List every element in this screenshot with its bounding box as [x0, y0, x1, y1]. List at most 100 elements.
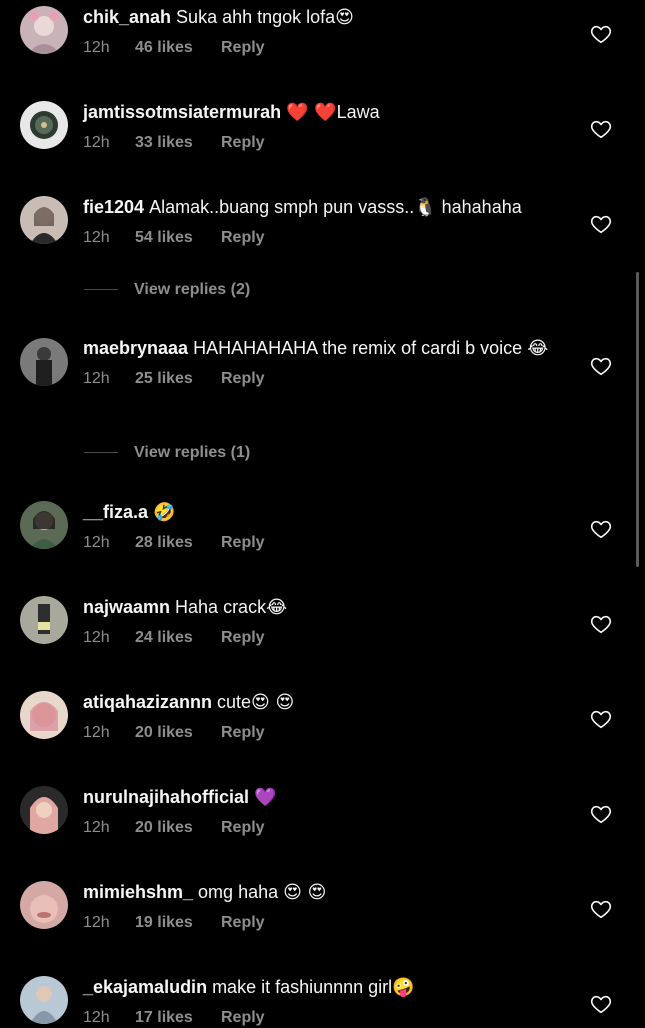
emoji: 😂	[527, 338, 549, 359]
comment-message: cute	[217, 692, 252, 712]
username[interactable]: jamtissotmsiatermurah	[83, 102, 281, 122]
emoji: 🐧	[414, 197, 437, 218]
avatar[interactable]	[20, 691, 68, 739]
heart-outline-icon[interactable]	[590, 355, 612, 377]
comment-text: maebrynaaa HAHAHAHAHA the remix of cardi …	[83, 337, 573, 360]
heart-outline-icon[interactable]	[590, 23, 612, 45]
username[interactable]: nurulnajihahofficial	[83, 787, 249, 807]
reply-button[interactable]: Reply	[221, 818, 265, 838]
view-replies-button[interactable]: View replies (1)	[84, 444, 250, 462]
avatar[interactable]	[20, 881, 68, 929]
comment-message: Haha crack	[175, 597, 267, 617]
avatar[interactable]	[20, 196, 68, 244]
username[interactable]: maebrynaaa	[83, 338, 188, 358]
avatar[interactable]	[20, 976, 68, 1024]
comment-message: omg haha	[198, 882, 279, 902]
username[interactable]: _ekajamaludin	[83, 977, 207, 997]
emoji: 💜	[254, 787, 277, 808]
comment-text: mimiehshm_ omg haha 😍 😍	[83, 881, 573, 904]
comment-body: mimiehshm_ omg haha 😍 😍 12h 19 likes Reply	[83, 881, 573, 933]
comment-meta: 12h 17 likes Reply	[83, 1008, 573, 1028]
reply-button[interactable]: Reply	[221, 723, 265, 743]
comment-text: nurulnajihahofficial 💜	[83, 786, 573, 809]
username[interactable]: fie1204	[83, 197, 144, 217]
divider	[84, 289, 118, 291]
scrollbar[interactable]	[636, 272, 639, 567]
comment-body: __fiza.a 🤣 12h 28 likes Reply	[83, 501, 573, 553]
reply-button[interactable]: Reply	[221, 913, 265, 933]
timestamp: 12h	[83, 914, 110, 931]
comment-message: Suka ahh tngok lofa	[176, 7, 336, 27]
avatar[interactable]	[20, 786, 68, 834]
likes-count[interactable]: 54 likes	[135, 228, 221, 248]
heart-outline-icon[interactable]	[590, 518, 612, 540]
likes-count[interactable]: 20 likes	[135, 818, 221, 838]
username[interactable]: __fiza.a	[83, 502, 148, 522]
timestamp: 12h	[83, 629, 110, 646]
emoji: 😍 😍	[251, 692, 295, 713]
likes-count[interactable]: 33 likes	[135, 133, 221, 153]
emoji: 😍	[335, 7, 354, 28]
comment-text: _ekajamaludin make it fashiunnnn girl🤪	[83, 976, 573, 999]
heart-outline-icon[interactable]	[590, 803, 612, 825]
timestamp: 12h	[83, 229, 110, 246]
heart-outline-icon[interactable]	[590, 118, 612, 140]
comment-meta: 12h 20 likes Reply	[83, 818, 573, 838]
reply-button[interactable]: Reply	[221, 38, 265, 58]
comment-meta: 12h 20 likes Reply	[83, 723, 573, 743]
username[interactable]: atiqahazizannn	[83, 692, 212, 712]
timestamp: 12h	[83, 39, 110, 56]
comment-body: chik_anah Suka ahh tngok lofa😍 12h 46 like…	[83, 6, 573, 58]
comment-message: make it fashiunnnn girl	[212, 977, 393, 997]
heart-outline-icon[interactable]	[590, 898, 612, 920]
username[interactable]: chik_anah	[83, 7, 171, 27]
heart-outline-icon[interactable]	[590, 213, 612, 235]
reply-button[interactable]: Reply	[221, 1008, 265, 1028]
likes-count[interactable]: 17 likes	[135, 1008, 221, 1028]
avatar[interactable]	[20, 501, 68, 549]
comment-text: jamtissotmsiatermurah ❤️ ❤️Lawa	[83, 101, 573, 124]
emoji: ❤️ ❤️	[286, 102, 337, 123]
comment-message: Alamak..buang smph pun vasss..	[149, 197, 415, 217]
reply-button[interactable]: Reply	[221, 628, 265, 648]
likes-count[interactable]: 24 likes	[135, 628, 221, 648]
likes-count[interactable]: 19 likes	[135, 913, 221, 933]
comment-meta: 12h 24 likes Reply	[83, 628, 573, 648]
likes-count[interactable]: 25 likes	[135, 369, 221, 389]
emoji: 🤪	[392, 977, 415, 998]
heart-outline-icon[interactable]	[590, 993, 612, 1015]
emoji: 🤣	[153, 502, 176, 523]
comment-meta: 12h 33 likes Reply	[83, 133, 573, 153]
comment-text: chik_anah Suka ahh tngok lofa😍	[83, 6, 573, 29]
view-replies-button[interactable]: View replies (2)	[84, 281, 250, 299]
comment-meta: 12h 46 likes Reply	[83, 38, 573, 58]
comment-text: najwaamn Haha crack😂	[83, 596, 573, 619]
comment-body: nurulnajihahofficial 💜 12h 20 likes Reply	[83, 786, 573, 838]
reply-button[interactable]: Reply	[221, 133, 265, 153]
avatar[interactable]	[20, 6, 68, 54]
avatar[interactable]	[20, 596, 68, 644]
reply-button[interactable]: Reply	[221, 228, 265, 248]
divider	[84, 452, 118, 454]
timestamp: 12h	[83, 724, 110, 741]
likes-count[interactable]: 20 likes	[135, 723, 221, 743]
view-replies-label[interactable]: View replies (2)	[134, 281, 250, 298]
heart-outline-icon[interactable]	[590, 708, 612, 730]
timestamp: 12h	[83, 1009, 110, 1026]
view-replies-label[interactable]: View replies (1)	[134, 444, 250, 461]
username[interactable]: najwaamn	[83, 597, 170, 617]
heart-outline-icon[interactable]	[590, 613, 612, 635]
reply-button[interactable]: Reply	[221, 369, 265, 389]
timestamp: 12h	[83, 134, 110, 151]
reply-button[interactable]: Reply	[221, 533, 265, 553]
comment-message-after: hahahaha	[441, 197, 522, 217]
likes-count[interactable]: 28 likes	[135, 533, 221, 553]
comment-body: atiqahazizannn cute😍 😍 12h 20 likes Reply	[83, 691, 573, 743]
comment-list: chik_anah Suka ahh tngok lofa😍 12h 46 like…	[0, 0, 645, 1026]
avatar[interactable]	[20, 101, 68, 149]
timestamp: 12h	[83, 819, 110, 836]
avatar[interactable]	[20, 338, 68, 386]
emoji: 😍 😍	[283, 882, 327, 903]
username[interactable]: mimiehshm_	[83, 882, 193, 902]
likes-count[interactable]: 46 likes	[135, 38, 221, 58]
